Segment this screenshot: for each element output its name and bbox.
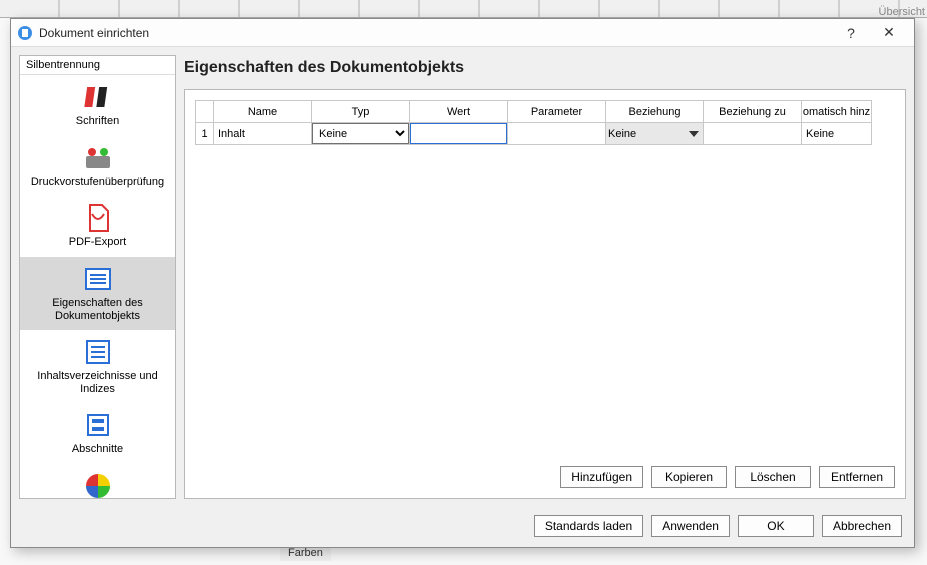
preflight-icon	[82, 142, 114, 174]
sidebar-item-doc-properties[interactable]: Eigenschaften des Dokumentobjekts	[20, 257, 175, 330]
sidebar-item-color-management[interactable]: Farbmanagement	[20, 464, 175, 498]
col-header-value[interactable]: Wert	[410, 101, 508, 123]
properties-grid-scroll[interactable]: Name Typ Wert Parameter Beziehung Bezieh…	[195, 100, 895, 456]
cell-type-select[interactable]: Keine	[312, 123, 409, 144]
col-header-relation-to[interactable]: Beziehung zu	[704, 101, 802, 123]
document-setup-dialog: Dokument einrichten ? ✕ Silbentrennung S…	[10, 18, 915, 548]
doc-properties-icon	[82, 263, 114, 295]
load-defaults-button[interactable]: Standards laden	[534, 515, 643, 537]
col-header-name[interactable]: Name	[214, 101, 312, 123]
sidebar-item-label: Inhaltsverzeichnisse und Indizes	[24, 370, 171, 395]
cell-name[interactable]: Inhalt	[214, 124, 311, 144]
row-number: 1	[196, 124, 213, 144]
add-button[interactable]: Hinzufügen	[560, 466, 643, 488]
toc-icon	[82, 336, 114, 368]
cell-value-input[interactable]	[410, 123, 507, 144]
dialog-title: Dokument einrichten	[39, 26, 832, 40]
sections-icon	[82, 409, 114, 441]
bg-panel-label: Übersicht	[879, 6, 925, 18]
panel-heading: Eigenschaften des Dokumentobjekts	[184, 59, 906, 77]
remove-button[interactable]: Entfernen	[819, 466, 895, 488]
properties-table: Name Typ Wert Parameter Beziehung Bezieh…	[195, 100, 872, 145]
dialog-footer: Standards laden Anwenden OK Abbrechen	[11, 507, 914, 547]
sidebar-item-label: PDF-Export	[69, 236, 126, 249]
color-management-icon	[82, 470, 114, 498]
sidebar-list[interactable]: Schriften Druckvorstufenüberprüfung PDF-…	[20, 75, 175, 498]
fonts-icon	[82, 81, 114, 113]
background-ruler	[0, 0, 927, 18]
col-header-blank	[196, 101, 214, 123]
col-header-parameter[interactable]: Parameter	[508, 101, 606, 123]
col-header-relation[interactable]: Beziehung	[606, 101, 704, 123]
cell-auto[interactable]: Keine	[802, 124, 871, 144]
category-sidebar: Silbentrennung Schriften Druckvorstufenü…	[19, 55, 176, 499]
sidebar-item-preflight[interactable]: Druckvorstufenüberprüfung	[20, 136, 175, 197]
sidebar-item-pdf-export[interactable]: PDF-Export	[20, 196, 175, 257]
delete-button[interactable]: Löschen	[735, 466, 811, 488]
pdf-icon	[82, 202, 114, 234]
copy-button[interactable]: Kopieren	[651, 466, 727, 488]
help-button[interactable]: ?	[832, 19, 870, 46]
sidebar-item-label: Eigenschaften des Dokumentobjekts	[24, 297, 171, 322]
dialog-titlebar: Dokument einrichten ? ✕	[11, 19, 914, 47]
cell-relation-select[interactable]: Keine	[606, 123, 703, 144]
col-header-type[interactable]: Typ	[312, 101, 410, 123]
properties-frame: Name Typ Wert Parameter Beziehung Bezieh…	[184, 89, 906, 499]
sidebar-item-label: Abschnitte	[72, 443, 123, 456]
table-button-row: Hinzufügen Kopieren Löschen Entfernen	[195, 456, 895, 488]
sidebar-item-label: Schriften	[76, 115, 119, 128]
table-row[interactable]: 1 Inhalt Keine	[196, 123, 872, 145]
col-header-auto[interactable]: omatisch hinz	[802, 101, 872, 123]
close-button[interactable]: ✕	[870, 19, 908, 46]
cancel-button[interactable]: Abbrechen	[822, 515, 902, 537]
sidebar-item-label: Druckvorstufenüberprüfung	[31, 176, 164, 189]
sidebar-item-sections[interactable]: Abschnitte	[20, 403, 175, 464]
scribus-icon	[17, 25, 33, 41]
sidebar-item-fonts[interactable]: Schriften	[20, 75, 175, 136]
main-panel: Eigenschaften des Dokumentobjekts Name T…	[184, 55, 906, 499]
apply-button[interactable]: Anwenden	[651, 515, 730, 537]
sidebar-item-toc-index[interactable]: Inhaltsverzeichnisse und Indizes	[20, 330, 175, 403]
sidebar-current-category: Silbentrennung	[20, 56, 175, 75]
ok-button[interactable]: OK	[738, 515, 814, 537]
